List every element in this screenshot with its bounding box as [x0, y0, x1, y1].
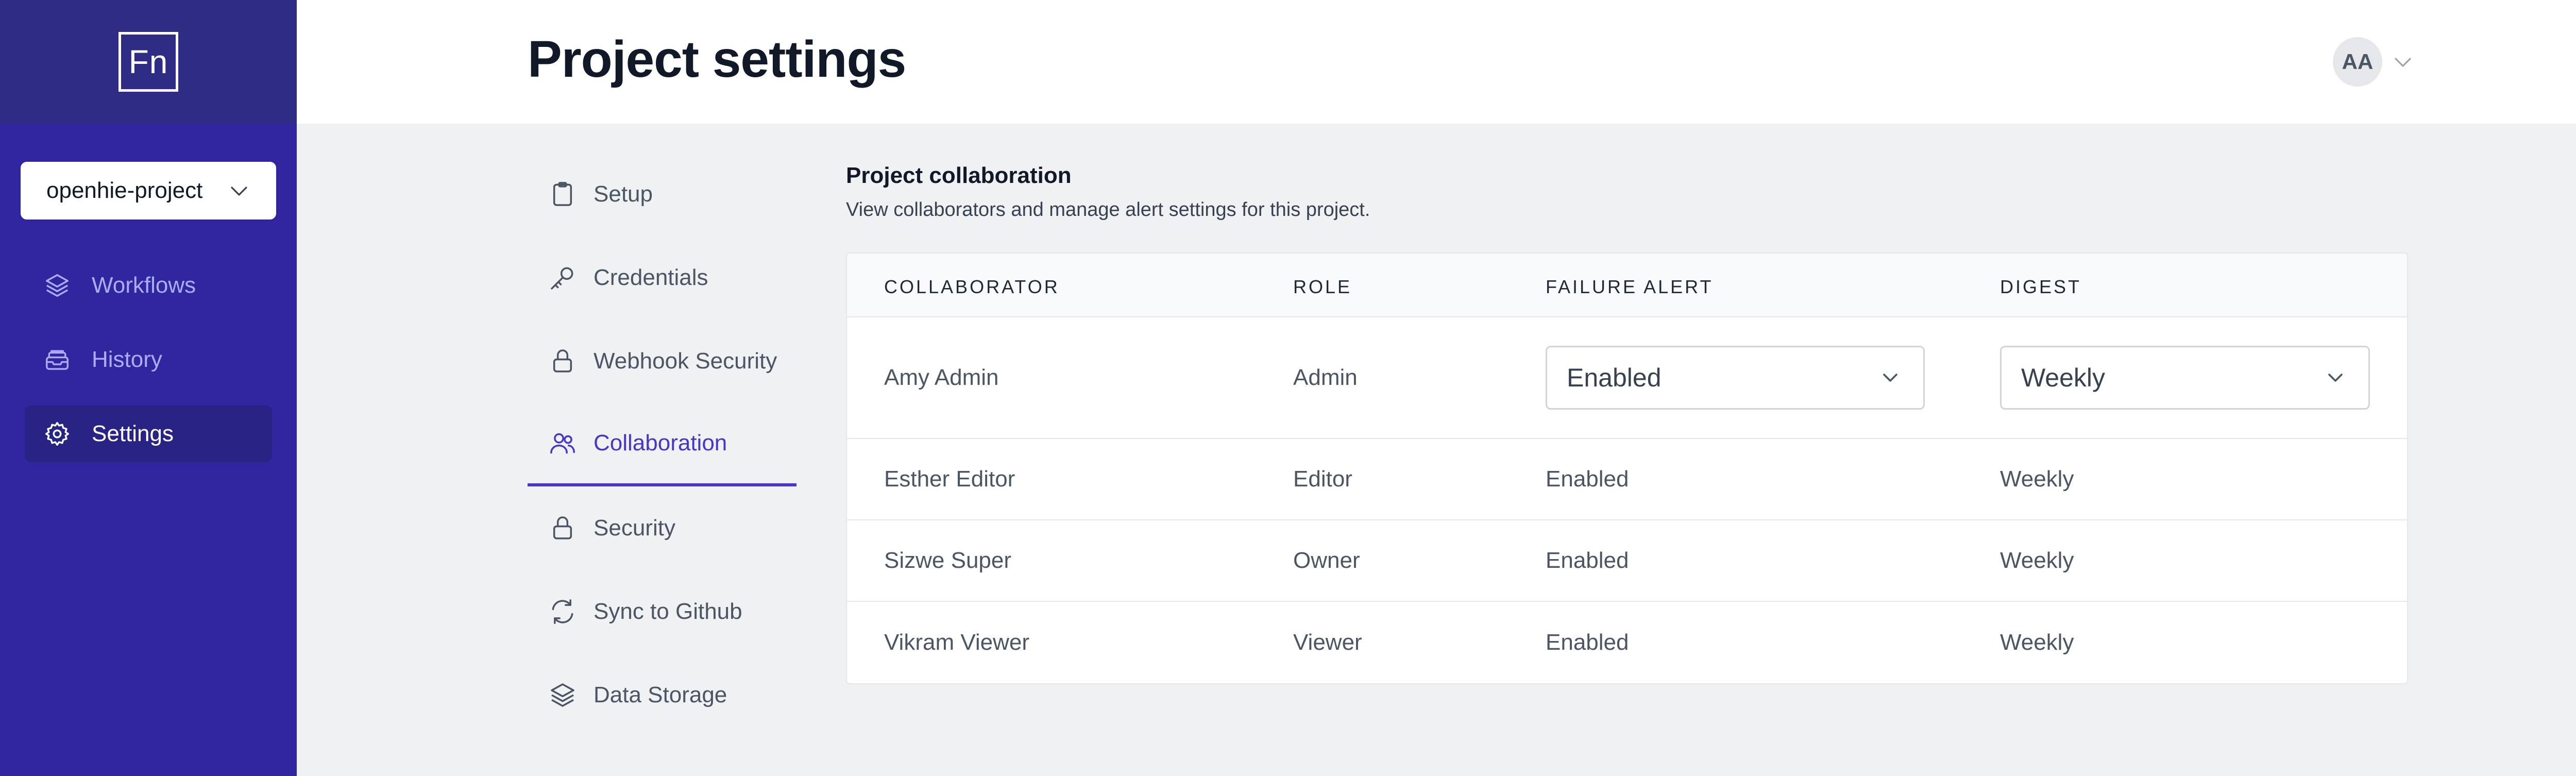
table-row: Amy Admin Admin Enabled Weekly — [847, 317, 2407, 439]
settings-nav-label: Credentials — [594, 265, 708, 290]
sidebar-item-label: Workflows — [92, 273, 196, 298]
table-row: Vikram Viewer Viewer Enabled Weekly — [847, 602, 2407, 683]
inbox-stack-icon — [46, 350, 69, 370]
chevron-down-icon — [2328, 374, 2343, 382]
settings-nav-data-storage[interactable]: Data Storage — [528, 653, 796, 737]
lock-icon — [553, 516, 572, 539]
digest-value: Weekly — [2000, 548, 2074, 573]
chevron-down-icon — [231, 187, 247, 196]
settings-nav-label: Collaboration — [594, 430, 727, 456]
settings-nav-collaboration[interactable]: Collaboration — [528, 403, 796, 486]
page-title: Project settings — [528, 30, 906, 88]
failure-alert-value: Enabled — [1546, 548, 1629, 573]
avatar[interactable]: AA — [2333, 37, 2382, 87]
clipboard-icon — [553, 182, 572, 206]
sidebar: Fn openhie-project Workflows History Set… — [0, 0, 297, 776]
settings-nav-security[interactable]: Security — [528, 486, 796, 570]
lock-icon — [553, 349, 572, 373]
collaborator-name: Vikram Viewer — [884, 630, 1030, 655]
sidebar-item-workflows[interactable]: Workflows — [25, 257, 272, 314]
layers-icon — [551, 683, 574, 707]
page-header: Project settings AA — [297, 0, 2576, 124]
collaborator-name: Esther Editor — [884, 466, 1015, 492]
digest-value: Weekly — [2000, 630, 2074, 655]
settings-nav-webhook-security[interactable]: Webhook Security — [528, 319, 796, 403]
collaborator-role: Owner — [1293, 548, 1360, 573]
collaborator-name: Amy Admin — [884, 365, 999, 390]
failure-alert-select[interactable]: Enabled — [1546, 346, 1925, 410]
sync-icon — [552, 599, 573, 624]
sidebar-item-label: Settings — [92, 421, 174, 446]
section-title: Project collaboration — [846, 163, 1072, 188]
chevron-down-icon — [1883, 374, 1897, 382]
layers-icon — [46, 274, 69, 297]
settings-nav-label: Data Storage — [594, 682, 727, 707]
app-logo[interactable]: Fn — [118, 32, 178, 92]
column-header-digest: Digest — [2000, 276, 2082, 297]
table-row: Sizwe Super Owner Enabled Weekly — [847, 520, 2407, 602]
column-header-role: Role — [1293, 276, 1352, 297]
column-header-failure-alert: Failure Alert — [1546, 276, 1714, 297]
collaborators-table: Collaborator Role Failure Alert Digest A… — [846, 252, 2408, 684]
settings-nav-label: Setup — [594, 181, 653, 207]
collaborator-name: Sizwe Super — [884, 548, 1012, 573]
settings-nav-label: Sync to Github — [594, 599, 742, 624]
sidebar-item-label: History — [92, 347, 162, 372]
key-icon — [551, 267, 573, 290]
collaborator-role: Editor — [1293, 466, 1352, 492]
settings-nav-credentials[interactable]: Credentials — [528, 236, 796, 319]
sidebar-nav: Workflows History Settings — [25, 257, 272, 480]
sidebar-header: Fn — [0, 0, 297, 124]
table-header: Collaborator Role Failure Alert Digest — [847, 254, 2407, 317]
settings-nav-label: Webhook Security — [594, 348, 777, 374]
project-selector-label: openhie-project — [46, 178, 203, 203]
section-description: View collaborators and manage alert sett… — [846, 199, 1370, 221]
sidebar-item-history[interactable]: History — [25, 331, 272, 388]
settings-nav-sync-github[interactable]: Sync to Github — [528, 570, 796, 653]
digest-value: Weekly — [2021, 363, 2106, 392]
digest-value: Weekly — [2000, 466, 2074, 492]
collaborator-role: Viewer — [1293, 630, 1362, 655]
users-icon — [550, 433, 575, 454]
collaborator-role: Admin — [1293, 365, 1358, 390]
gear-icon — [45, 421, 70, 446]
sidebar-item-settings[interactable]: Settings — [25, 406, 272, 462]
table-row: Esther Editor Editor Enabled Weekly — [847, 439, 2407, 520]
failure-alert-value: Enabled — [1546, 466, 1629, 492]
settings-nav-setup[interactable]: Setup — [528, 153, 796, 236]
failure-alert-value: Enabled — [1567, 363, 1662, 392]
settings-nav: Setup Credentials Webhook Security Colla… — [528, 153, 796, 737]
column-header-collaborator: Collaborator — [884, 276, 1060, 297]
chevron-down-icon[interactable] — [2391, 49, 2415, 74]
project-selector[interactable]: openhie-project — [21, 162, 276, 220]
digest-select[interactable]: Weekly — [2000, 346, 2370, 410]
settings-nav-label: Security — [594, 515, 675, 541]
failure-alert-value: Enabled — [1546, 630, 1629, 655]
